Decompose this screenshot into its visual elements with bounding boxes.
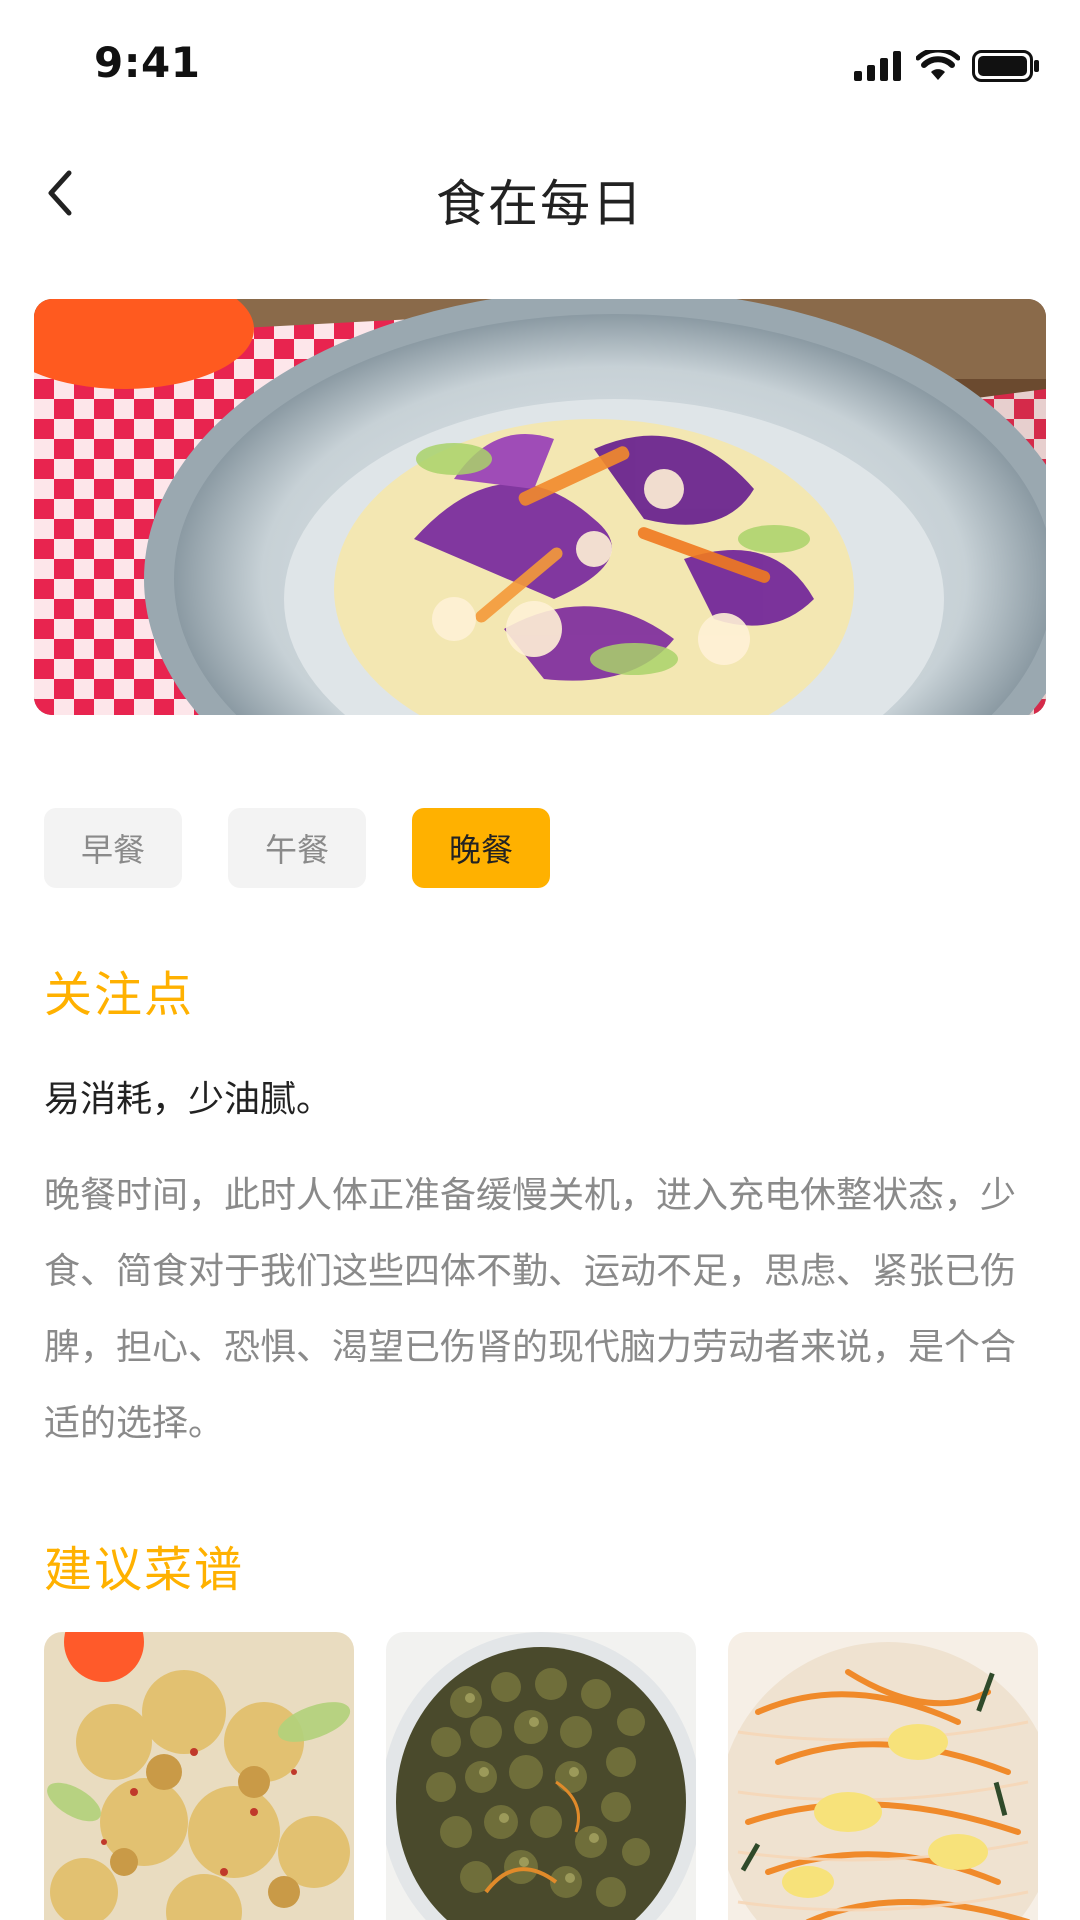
status-icons [854, 46, 1040, 86]
recipes-heading: 建议菜谱 [44, 1542, 245, 1598]
focus-heading: 关注点 [44, 967, 195, 1023]
recipe-list [44, 1632, 1038, 1920]
tab-lunch[interactable]: 午餐 [228, 808, 366, 888]
nav-header: 食在每日 [0, 140, 1080, 250]
recipe-card-cauliflower[interactable] [44, 1632, 354, 1920]
focus-body: 晚餐时间，此时人体正准备缓慢关机，进入充电休整状态，少食、简食对于我们这些四体不… [44, 1175, 1017, 1444]
cauliflower-photo [44, 1632, 354, 1920]
focus-summary: 易消耗，少油腻。 [44, 1079, 333, 1120]
wifi-icon [916, 50, 960, 80]
noodles-photo [728, 1632, 1038, 1920]
tab-breakfast[interactable]: 早餐 [44, 808, 182, 888]
snails-photo [386, 1632, 696, 1920]
salad-photo [34, 299, 1046, 715]
tab-dinner[interactable]: 晚餐 [412, 808, 550, 888]
recipe-card-snails[interactable] [386, 1632, 696, 1920]
recipe-card-noodles[interactable] [728, 1632, 1038, 1920]
page-title: 食在每日 [436, 175, 644, 233]
hero-image [34, 299, 1046, 715]
status-bar: 9:41 [0, 0, 1080, 130]
status-time: 9:41 [94, 38, 201, 87]
meal-tabs: 早餐 午餐 晚餐 [44, 808, 550, 888]
battery-icon [972, 50, 1039, 82]
cellular-signal-icon [854, 51, 901, 81]
